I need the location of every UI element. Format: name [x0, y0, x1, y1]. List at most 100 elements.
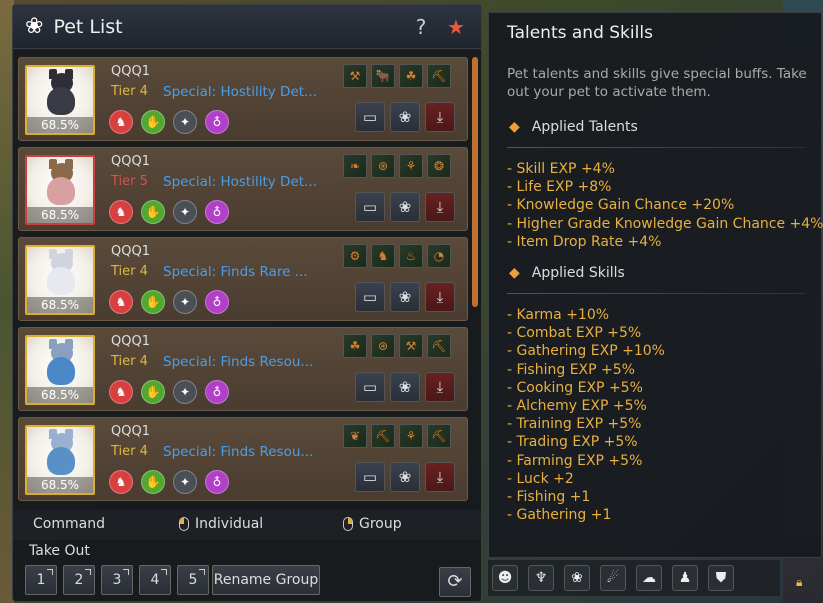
pet-actions: ▭ ❀ ⤓	[355, 462, 455, 492]
individual-label: Individual	[195, 516, 264, 532]
skill-icon[interactable]: ⛏	[371, 424, 395, 448]
take-out-slot-button[interactable]: 1	[25, 565, 57, 595]
pet-actions: ▭ ❀ ⤓	[355, 372, 455, 402]
paw-button[interactable]: ❀	[390, 372, 420, 402]
pet-portrait[interactable]: 68.5%	[25, 65, 95, 135]
refresh-button[interactable]: ⟳	[439, 567, 471, 597]
pet-body	[47, 447, 75, 475]
paw-button[interactable]: ❀	[390, 192, 420, 222]
scrollbar[interactable]	[472, 57, 478, 307]
pet-status-icons: ♞ ✋ ✦ ♁	[109, 380, 229, 404]
quick-bar-icon[interactable]: ☻	[492, 565, 518, 591]
seal-pet-button[interactable]: ⤓	[425, 282, 455, 312]
skill-icon[interactable]: ◔	[427, 244, 451, 268]
pet-skill-icons: ❧ ⊛ ⚘ ❂	[343, 154, 451, 178]
paw-button[interactable]: ❀	[390, 282, 420, 312]
skill-icon[interactable]: ⚘	[399, 154, 423, 178]
compass-icon[interactable]: ✦	[173, 470, 197, 494]
pet-portrait[interactable]: 68.5%	[25, 425, 95, 495]
paw-button[interactable]: ❀	[390, 102, 420, 132]
feed-icon[interactable]: ✋	[141, 380, 165, 404]
skill-icon[interactable]: ♨	[399, 244, 423, 268]
skill-icon[interactable]: ⚒	[343, 64, 367, 88]
feed-icon[interactable]: ✋	[141, 290, 165, 314]
hunger-value: 68.5%	[27, 477, 93, 493]
feed-bowl-button[interactable]: ▭	[355, 462, 385, 492]
pet-row[interactable]: 68.5% QQQ1 Tier 5 Special: Hostility Det…	[18, 147, 468, 231]
compass-icon[interactable]: ✦	[173, 290, 197, 314]
bag-icon[interactable]: ♁	[205, 290, 229, 314]
paw-button[interactable]: ❀	[390, 462, 420, 492]
skill-item: - Karma +10%	[507, 307, 610, 323]
pet-special: Special: Finds Resou...	[163, 444, 314, 460]
bag-icon[interactable]: ♁	[205, 470, 229, 494]
skill-item: - Training EXP +5%	[507, 416, 642, 433]
skill-icon[interactable]: 🐂	[371, 64, 395, 88]
feed-bowl-button[interactable]: ▭	[355, 282, 385, 312]
skill-icon[interactable]: ⛏	[427, 64, 451, 88]
bag-icon[interactable]: ♁	[205, 380, 229, 404]
skill-icon[interactable]: ☘	[343, 334, 367, 358]
skill-icon[interactable]: ❂	[427, 154, 451, 178]
follow-icon[interactable]: ♞	[109, 110, 133, 134]
skill-icon[interactable]: ⛏	[427, 424, 451, 448]
pet-tier: Tier 4	[111, 444, 148, 459]
skill-icon[interactable]: ❧	[343, 154, 367, 178]
skills-list: - Karma +10% - Combat EXP +5% - Gathering …	[507, 306, 665, 524]
quick-bar-icon[interactable]: ❀	[564, 565, 590, 591]
pet-figure	[39, 69, 83, 123]
compass-icon[interactable]: ✦	[173, 110, 197, 134]
quick-bar-icon[interactable]: ☄	[600, 565, 626, 591]
skill-icon[interactable]: ⚙	[343, 244, 367, 268]
pet-portrait[interactable]: 68.5%	[25, 245, 95, 315]
follow-icon[interactable]: ♞	[109, 470, 133, 494]
pet-row[interactable]: 68.5% QQQ1 Tier 4 Special: Finds Resou..…	[18, 327, 468, 411]
feed-bowl-button[interactable]: ▭	[355, 102, 385, 132]
pet-row[interactable]: 68.5% QQQ1 Tier 4 Special: Finds Rare ..…	[18, 237, 468, 321]
take-out-slot-button[interactable]: 2	[63, 565, 95, 595]
take-out-slot-button[interactable]: 3	[101, 565, 133, 595]
pet-row[interactable]: 68.5% QQQ1 Tier 4 Special: Hostility Det…	[18, 57, 468, 141]
favorite-star-button[interactable]: ★	[443, 14, 469, 40]
feed-icon[interactable]: ✋	[141, 110, 165, 134]
follow-icon[interactable]: ♞	[109, 380, 133, 404]
feed-icon[interactable]: ✋	[141, 470, 165, 494]
feed-bowl-button[interactable]: ▭	[355, 192, 385, 222]
skill-icon[interactable]: ⛏	[427, 334, 451, 358]
take-out-slot-button[interactable]: 4	[139, 565, 171, 595]
pet-row[interactable]: 68.5% QQQ1 Tier 4 Special: Finds Resou..…	[18, 417, 468, 501]
compass-icon[interactable]: ✦	[173, 200, 197, 224]
quick-bar-icon[interactable]: ⛊	[708, 565, 734, 591]
bag-icon[interactable]: ♁	[205, 110, 229, 134]
seal-pet-button[interactable]: ⤓	[425, 192, 455, 222]
pet-actions: ▭ ❀ ⤓	[355, 282, 455, 312]
quick-bar-icon[interactable]: ♆	[528, 565, 554, 591]
take-out-slot-button[interactable]: 5	[177, 565, 209, 595]
quick-bar-icon[interactable]: ☁	[636, 565, 662, 591]
quick-bar-icon[interactable]: ♟	[672, 565, 698, 591]
feed-bowl-button[interactable]: ▭	[355, 372, 385, 402]
skill-icon[interactable]: ⊛	[371, 154, 395, 178]
pet-tier: Tier 4	[111, 264, 148, 279]
help-button[interactable]: ?	[409, 15, 433, 39]
seal-pet-button[interactable]: ⤓	[425, 462, 455, 492]
rename-group-button[interactable]: Rename Group	[212, 565, 320, 595]
skill-icon[interactable]: ♞	[371, 244, 395, 268]
follow-icon[interactable]: ♞	[109, 200, 133, 224]
seal-pet-button[interactable]: ⤓	[425, 102, 455, 132]
pet-tier: Tier 4	[111, 354, 148, 369]
pet-portrait[interactable]: 68.5%	[25, 155, 95, 225]
seal-pet-button[interactable]: ⤓	[425, 372, 455, 402]
bag-icon[interactable]: ♁	[205, 200, 229, 224]
skill-icon[interactable]: ⚒	[399, 334, 423, 358]
compass-icon[interactable]: ✦	[173, 380, 197, 404]
skill-icon[interactable]: ❦	[343, 424, 367, 448]
skill-icon[interactable]: ⚘	[399, 424, 423, 448]
skill-icon[interactable]: ☘	[399, 64, 423, 88]
skill-icon[interactable]: ⊛	[371, 334, 395, 358]
follow-icon[interactable]: ♞	[109, 290, 133, 314]
take-out-slots: 12345	[25, 565, 209, 595]
command-bar: Command Individual Group	[13, 510, 481, 540]
pet-portrait[interactable]: 68.5%	[25, 335, 95, 405]
feed-icon[interactable]: ✋	[141, 200, 165, 224]
